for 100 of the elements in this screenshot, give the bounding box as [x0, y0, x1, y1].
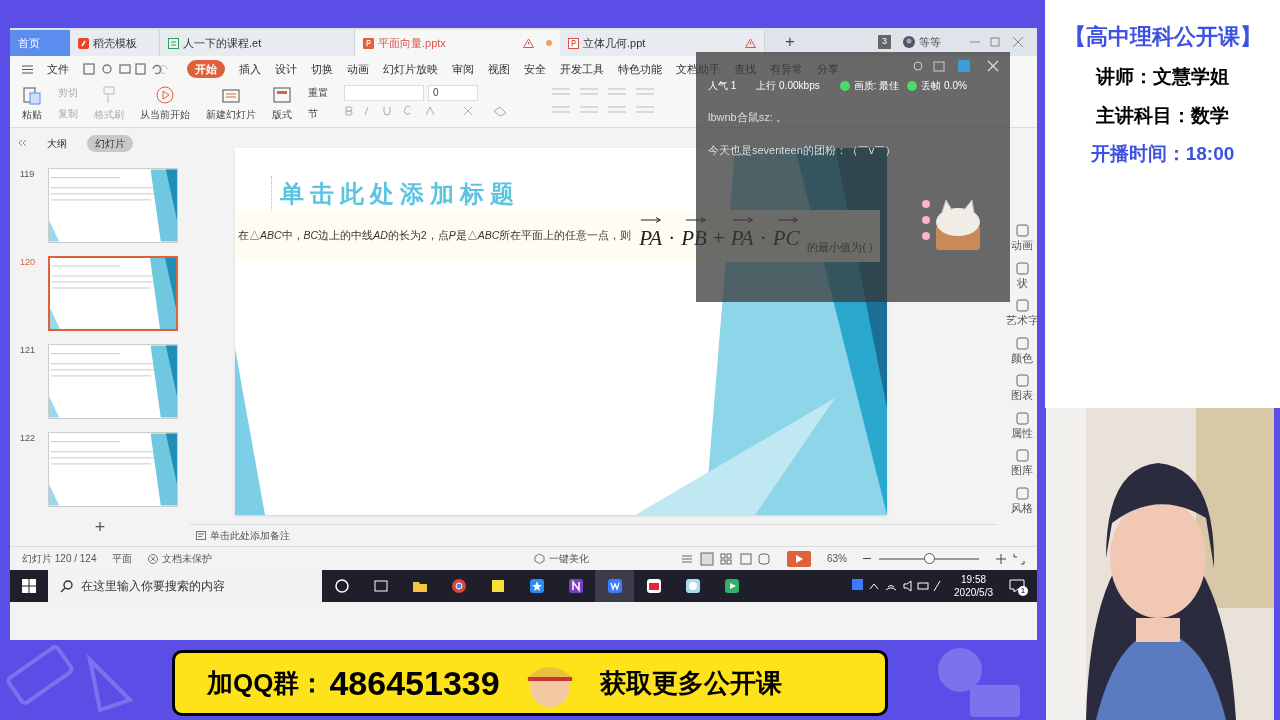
teacher-name: 讲师：文慧学姐 [1096, 65, 1229, 89]
ribbon-tool-icon [22, 85, 42, 105]
play-slideshow-icon[interactable] [787, 550, 811, 567]
slide-thumbnail[interactable] [48, 432, 178, 507]
tool-icon [1015, 374, 1029, 387]
side-tool-button[interactable]: 图库 [1011, 449, 1033, 479]
notes-placeholder[interactable]: 单击此处添加备注 [210, 528, 290, 543]
star-app-icon[interactable] [527, 577, 546, 595]
ribbon-button[interactable]: 新建幻灯片 [206, 85, 256, 122]
onenote-icon[interactable] [566, 577, 585, 595]
avatar-icon[interactable] [903, 36, 915, 48]
theme-name: 平面 [112, 552, 133, 566]
document-tab[interactable]: 立体几何.ppt [560, 30, 765, 56]
panel-tab[interactable]: 大纲 [39, 135, 75, 151]
ribbon-tool-icon [155, 85, 175, 105]
side-tool-button[interactable]: 风格 [1011, 486, 1033, 516]
side-tool-button[interactable]: 图表 [1011, 374, 1033, 404]
slide-thumbnail[interactable] [48, 256, 178, 331]
menu-icon[interactable] [22, 64, 33, 74]
ribbon-button[interactable]: 从当前开始 [140, 85, 190, 122]
user-name[interactable]: 等等 [919, 33, 941, 51]
taskbar-search-field[interactable]: 在这里输入你要搜索的内容 [48, 570, 322, 602]
cube-icon [534, 553, 545, 564]
slide-thumbnail[interactable] [48, 344, 178, 419]
tab-label: 首页 [18, 35, 40, 51]
tool-icon [1015, 449, 1029, 462]
notes-icon [196, 531, 206, 540]
button-label: 从当前开始 [140, 108, 190, 122]
chat-message: 今天也是seventeen的团粉：（￣v￣） [708, 142, 898, 158]
tool-icon [1015, 486, 1029, 500]
menu-item[interactable]: 审阅 [452, 60, 474, 78]
news-app-icon[interactable] [644, 577, 663, 595]
subject-text: 主讲科目：数学 [1096, 103, 1229, 128]
collapse-icon [18, 139, 27, 147]
view-mode-icons[interactable] [681, 551, 771, 566]
windows-start-icon[interactable] [22, 579, 36, 593]
notification-count: 1 [1018, 586, 1028, 596]
tool-label: 风格 [1011, 500, 1033, 516]
taskbar-clock[interactable]: 19:58 2020/5/3 [954, 573, 993, 599]
mascot-app-icon[interactable] [683, 577, 702, 595]
section-button[interactable]: 节 [308, 106, 328, 121]
document-tab[interactable]: 平面向量.pptx [355, 30, 560, 56]
system-tray-icons[interactable] [852, 579, 943, 593]
question-text: 在△ABC中，BC边上的中线AD的长为2，点P是△ABC所在平面上的任意一点，则 [237, 228, 632, 244]
menu-item[interactable]: 设计 [275, 60, 297, 78]
wps-icon[interactable] [605, 577, 624, 595]
side-tool-button[interactable]: 属性 [1011, 411, 1033, 441]
new-tab-button[interactable]: + [765, 30, 815, 54]
tool-icon [1015, 224, 1029, 237]
button-label: 版式 [272, 108, 292, 122]
add-slide-button[interactable]: + [10, 516, 190, 546]
task-view-icon[interactable] [371, 577, 390, 595]
ribbon-button[interactable]: 版式 [272, 85, 292, 122]
reset-button[interactable]: 重置 [308, 85, 328, 100]
slide-number: 121 [20, 344, 37, 357]
slide-number: 119 [20, 168, 36, 181]
menu-item[interactable]: 开始 [187, 59, 225, 79]
tool-label: 状 [1016, 275, 1028, 291]
side-tool-button[interactable]: 颜色 [1011, 336, 1033, 366]
tab-label: 人一下的课程.et [183, 35, 262, 51]
group-label: 加QQ群： [207, 666, 326, 700]
slider-thumb[interactable] [924, 552, 935, 564]
chat-message: lbwnb合鼠sz: 。 [708, 110, 788, 125]
menu-item[interactable]: 开发工具 [560, 60, 604, 78]
slide-number: 122 [20, 432, 37, 445]
notification-icon[interactable] [1009, 579, 1025, 593]
menu-item[interactable]: 视图 [488, 60, 510, 78]
spreadsheet-icon [168, 37, 179, 49]
document-tab[interactable]: 人一下的课程.et [160, 30, 355, 56]
collapse-button[interactable] [18, 139, 27, 147]
ribbon-button[interactable]: 粘贴 [22, 85, 42, 122]
panel-tab[interactable]: 幻灯片 [87, 134, 133, 152]
group-number: 486451339 [329, 662, 500, 704]
protection-status[interactable]: 文档未保护 [162, 551, 213, 566]
tool-icon [1015, 261, 1029, 275]
video-app-icon[interactable] [722, 577, 741, 595]
menu-item[interactable]: 动画 [347, 60, 369, 78]
tool-label: 颜色 [1011, 350, 1033, 366]
menu-item[interactable]: 安全 [524, 60, 546, 78]
slide-thumbnail[interactable] [48, 168, 178, 243]
font-size-field[interactable]: 0 [428, 85, 478, 101]
search-icon [60, 579, 73, 593]
side-tool-button[interactable]: 动画 [1011, 224, 1033, 254]
menu-item[interactable]: 切换 [311, 60, 333, 78]
document-tab[interactable]: 稻壳模板 [70, 30, 160, 56]
font-name-field[interactable] [344, 85, 424, 101]
side-tool-button[interactable]: 状 [1015, 261, 1029, 291]
beautify-button[interactable]: 一键美化 [549, 551, 589, 566]
menu-item[interactable]: 插入 [239, 60, 261, 78]
menu-item[interactable]: 特色功能 [618, 60, 662, 78]
tool-icon [1015, 411, 1029, 425]
tab-count-badge: 3 [878, 35, 891, 49]
tool-label: 动画 [1011, 238, 1033, 253]
cortana-icon[interactable] [332, 577, 351, 595]
zoom-percentage[interactable]: 63% [827, 551, 847, 566]
chrome-icon[interactable] [449, 577, 468, 595]
menu-item[interactable]: 文件 [47, 60, 69, 78]
tool-icon [1015, 299, 1029, 312]
vector-arrow-icon [640, 217, 663, 224]
menu-item[interactable]: 幻灯片放映 [383, 60, 438, 78]
